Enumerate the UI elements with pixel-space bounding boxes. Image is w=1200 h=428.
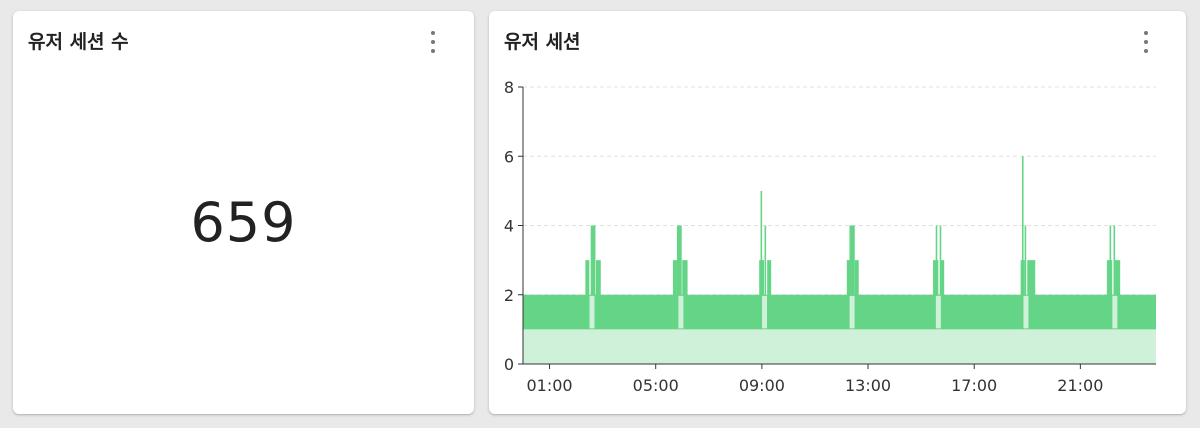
more-vertical-icon[interactable] (422, 29, 444, 55)
session-spike (854, 260, 859, 296)
x-tick-label: 09:00 (739, 376, 785, 395)
session-spike (682, 260, 688, 296)
baseline-fill (523, 329, 1156, 364)
y-tick-label: 8 (504, 78, 514, 97)
session-spike (672, 260, 677, 296)
session-spike (767, 260, 772, 296)
session-spike (764, 225, 767, 296)
session-spike (1021, 156, 1024, 296)
session-spike (1109, 225, 1112, 296)
session-spike (590, 225, 596, 296)
x-tick-label: 05:00 (633, 376, 679, 395)
session-spike (849, 225, 855, 296)
band-dip (935, 295, 941, 329)
session-band (523, 294, 1156, 330)
card-title: 유저 세션 수 (28, 31, 129, 53)
x-tick-label: 13:00 (845, 376, 891, 395)
session-chart: 0 2 4 6 8 01:00 05:00 09:00 13:00 17:00 21:00 (504, 78, 1156, 395)
band-dip (678, 295, 684, 329)
x-tick-label: 21:00 (1057, 376, 1103, 395)
session-spike (595, 260, 601, 296)
session-count-value: 659 (190, 191, 297, 254)
y-tick-label: 0 (504, 355, 514, 374)
session-spike (941, 260, 945, 296)
band-dip (1112, 295, 1118, 329)
session-spike (676, 225, 682, 296)
session-chart-card: 유저 세션 0 2 4 6 8 01:00 05:00 09:00 13:00 17:00 21:0… (489, 11, 1186, 414)
y-tick-label: 4 (504, 217, 514, 236)
session-spike (1024, 225, 1027, 296)
y-tick-label: 2 (504, 286, 514, 305)
session-count-card: 유저 세션 수 659 (13, 11, 474, 414)
band-dip (1023, 295, 1029, 329)
session-spike (1114, 260, 1121, 296)
band-dip (589, 295, 595, 329)
band-dip (849, 295, 855, 329)
session-spike (1027, 260, 1036, 296)
x-tick-label: 01:00 (526, 376, 572, 395)
y-tick-label: 6 (504, 147, 514, 166)
session-spike (585, 260, 590, 296)
x-tick-label: 17:00 (951, 376, 997, 395)
session-spike (760, 190, 763, 296)
session-spike (935, 225, 938, 296)
band-dip (762, 295, 768, 329)
